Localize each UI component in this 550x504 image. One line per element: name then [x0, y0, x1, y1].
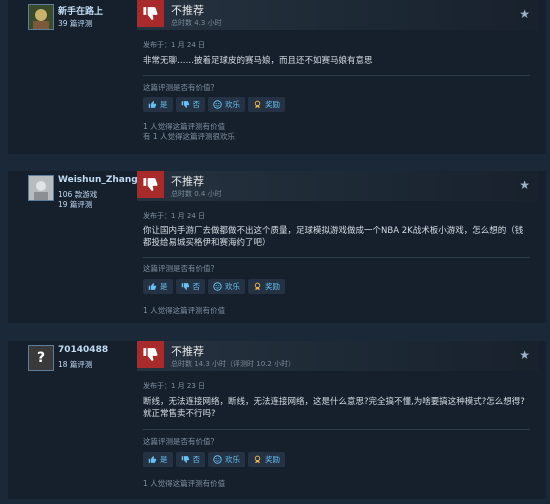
thumbs-up-icon — [148, 283, 157, 290]
vote-header: 不推荐 总时数 0.4 小时 ★ — [137, 171, 538, 201]
vote-yes-label: 是 — [160, 100, 168, 109]
vote-no-label: 否 — [192, 455, 201, 464]
vote-funny-label: 欢乐 — [225, 100, 240, 109]
author-name[interactable]: 新手在路上 — [58, 4, 103, 17]
vote-buttons: 是 否 欢乐 奖励 — [143, 97, 285, 112]
review-body: 断线，无法连接网络，断线，无法连接网络，这是什么意思?完全搞不懂,为啥要搞这种模… — [143, 397, 525, 419]
award-icon — [254, 455, 261, 464]
vote-no-button[interactable]: 否 — [175, 452, 205, 467]
vote-yes-button[interactable]: 是 — [143, 279, 173, 294]
award-button[interactable]: 奖励 — [248, 452, 285, 467]
thumbs-down-icon — [137, 171, 164, 198]
vote-funny-button[interactable]: 欢乐 — [208, 279, 245, 294]
funny-count-text: 有 1 人觉得这篇评测很欢乐 — [143, 132, 236, 141]
user-avatar[interactable]: ? — [28, 345, 54, 371]
author-stats: 39 篇评测 — [58, 19, 92, 29]
vote-funny-button[interactable]: 欢乐 — [208, 97, 245, 112]
thumbs-up-icon — [148, 456, 157, 463]
review-author: 新手在路上 39 篇评测 — [16, 0, 141, 154]
smiley-icon — [213, 282, 222, 291]
vote-yes-button[interactable]: 是 — [143, 97, 173, 112]
recommendation-label: 不推荐 — [171, 175, 204, 188]
award-label: 奖励 — [265, 455, 280, 464]
avatar-image-icon — [29, 5, 53, 29]
helpful-count: 1 人觉得这篇评测有价值 有 1 人觉得这篇评测很欢乐 — [143, 122, 235, 142]
award-label: 奖励 — [265, 282, 280, 291]
helpful-count-text: 1 人觉得这篇评测有价值 — [143, 122, 226, 131]
smiley-icon — [213, 100, 222, 109]
vote-buttons: 是 否 欢乐 奖励 — [143, 452, 285, 467]
award-label: 奖励 — [265, 100, 280, 109]
review-card: 新手在路上 39 篇评测 不推荐 总时数 4.3 小时 ★ 发布于：1 月 24… — [8, 0, 546, 154]
author-name[interactable]: 70140488 — [58, 345, 108, 355]
divider — [143, 75, 530, 76]
thumbs-down-icon — [181, 283, 189, 290]
review-body: 你让国内手游厂去做都做不出这个质量，足球模拟游戏做成一个NBA 2K战术板小游戏… — [143, 226, 524, 248]
vote-header: 不推荐 总时数 4.3 小时 ★ — [137, 0, 538, 30]
award-icon — [254, 282, 261, 291]
recommendation-label: 不推荐 — [171, 345, 204, 358]
review-panel: 不推荐 总时数 14.3 小时（评测时 10.2 小时） ★ 发布于：1 月 2… — [137, 341, 538, 499]
recommendation-label: 不推荐 — [171, 4, 204, 17]
helpful-question: 这篇评测是否有价值？ — [143, 437, 218, 446]
helpful-count: 1 人觉得这篇评测有价值 — [143, 306, 225, 316]
award-button[interactable]: 奖励 — [248, 97, 285, 112]
vote-no-label: 否 — [192, 100, 201, 109]
thumbs-down-icon — [137, 341, 164, 368]
review-author: Weishun_Zhang233 106 款游戏 19 篇评测 — [16, 171, 157, 323]
star-icon[interactable]: ★ — [519, 348, 530, 362]
divider — [143, 257, 530, 258]
review-count[interactable]: 18 篇评测 — [58, 360, 92, 370]
vote-funny-label: 欢乐 — [225, 455, 240, 464]
thumbs-up-icon — [148, 101, 157, 108]
user-avatar[interactable] — [28, 175, 54, 201]
helpful-count-text: 1 人觉得这篇评测有价值 — [143, 306, 226, 315]
vote-no-button[interactable]: 否 — [175, 97, 205, 112]
vote-yes-button[interactable]: 是 — [143, 452, 173, 467]
avatar-image-icon — [29, 176, 53, 200]
vote-funny-label: 欢乐 — [225, 282, 240, 291]
review-body: 非常无聊……披着足球皮的赛马娘，而且还不如赛马娘有意思 — [143, 56, 373, 66]
review-count[interactable]: 39 篇评测 — [58, 19, 92, 29]
smiley-icon — [213, 455, 222, 464]
playtime: 总时数 14.3 小时（评测时 10.2 小时） — [171, 360, 296, 368]
review-author: ? 70140488 18 篇评测 — [16, 341, 141, 499]
divider — [143, 429, 530, 430]
review-card: ? 70140488 18 篇评测 不推荐 总时数 14.3 小时（评测时 10… — [8, 341, 546, 499]
vote-funny-button[interactable]: 欢乐 — [208, 452, 245, 467]
helpful-question: 这篇评测是否有价值？ — [143, 264, 218, 273]
award-button[interactable]: 奖励 — [248, 279, 285, 294]
review-card: Weishun_Zhang233 106 款游戏 19 篇评测 不推荐 总时数 … — [8, 171, 546, 323]
vote-yes-label: 是 — [160, 455, 168, 464]
star-icon[interactable]: ★ — [519, 7, 530, 21]
helpful-count: 1 人觉得这篇评测有价值 — [143, 479, 225, 489]
playtime: 总时数 4.3 小时 — [171, 19, 222, 27]
author-stats: 106 款游戏 19 篇评测 — [58, 190, 97, 210]
author-stats: 18 篇评测 — [58, 360, 92, 370]
vote-no-label: 否 — [192, 282, 201, 291]
helpful-count-text: 1 人觉得这篇评测有价值 — [143, 479, 226, 488]
game-count[interactable]: 106 款游戏 — [58, 190, 97, 200]
review-count[interactable]: 19 篇评测 — [58, 200, 97, 210]
star-icon[interactable]: ★ — [519, 178, 530, 192]
review-panel: 不推荐 总时数 0.4 小时 ★ 发布于：1 月 24 日 你让国内手游厂去做都… — [137, 171, 538, 323]
thumbs-down-icon — [137, 0, 164, 27]
vote-no-button[interactable]: 否 — [175, 279, 205, 294]
vote-header: 不推荐 总时数 14.3 小时（评测时 10.2 小时） ★ — [137, 341, 538, 371]
vote-buttons: 是 否 欢乐 奖励 — [143, 279, 285, 294]
posted-date: 发布于：1 月 24 日 — [143, 212, 206, 220]
thumbs-down-icon — [181, 101, 189, 108]
playtime: 总时数 0.4 小时 — [171, 190, 222, 198]
posted-date: 发布于：1 月 23 日 — [143, 382, 206, 390]
award-icon — [254, 100, 261, 109]
review-panel: 不推荐 总时数 4.3 小时 ★ 发布于：1 月 24 日 非常无聊……披着足球… — [137, 0, 538, 154]
posted-date: 发布于：1 月 24 日 — [143, 41, 206, 49]
user-avatar[interactable] — [28, 4, 54, 30]
question-mark-icon: ? — [29, 346, 53, 370]
helpful-question: 这篇评测是否有价值？ — [143, 83, 218, 92]
vote-yes-label: 是 — [160, 282, 168, 291]
thumbs-down-icon — [181, 456, 189, 463]
